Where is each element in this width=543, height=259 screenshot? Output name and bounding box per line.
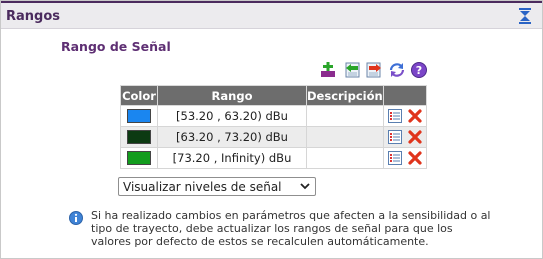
cell-descripcion xyxy=(306,147,384,169)
collapse-icon[interactable] xyxy=(518,8,532,24)
delete-icon[interactable] xyxy=(407,108,423,124)
cell-color xyxy=(120,126,158,148)
cell-rango: [73.20 , Infinity) dBu xyxy=(157,147,307,169)
table-header-row: Color Rango Descripción xyxy=(120,85,427,106)
cell-descripcion xyxy=(306,105,384,127)
info-icon xyxy=(69,211,83,225)
delete-icon[interactable] xyxy=(407,129,423,145)
panel-header: Rangos xyxy=(1,1,542,29)
col-header-descripcion: Descripción xyxy=(306,85,384,106)
refresh-icon[interactable] xyxy=(388,61,406,79)
col-header-rango: Rango xyxy=(157,85,307,106)
delete-icon[interactable] xyxy=(407,150,423,166)
edit-icon[interactable] xyxy=(387,108,403,124)
cell-rango: [63.20 , 73.20) dBu xyxy=(157,126,307,148)
cell-color xyxy=(120,147,158,169)
display-mode-select[interactable]: Visualizar niveles de señal xyxy=(118,177,316,196)
rangos-panel: Rangos Rango de Señal ? Color Rango Desc… xyxy=(0,0,543,259)
help-icon[interactable]: ? xyxy=(410,61,428,79)
color-swatch[interactable] xyxy=(127,130,151,145)
svg-text:?: ? xyxy=(416,64,422,77)
table-row: [63.20 , 73.20) dBu xyxy=(120,126,427,148)
panel-title: Rangos xyxy=(6,9,61,24)
cell-color xyxy=(120,105,158,127)
color-swatch[interactable] xyxy=(127,151,151,166)
color-swatch[interactable] xyxy=(127,109,151,124)
ranges-table: Color Rango Descripción [53.20 , 63.20) … xyxy=(120,85,427,169)
section-title: Rango de Señal xyxy=(61,39,171,54)
cell-actions xyxy=(382,126,427,148)
chevron-down-icon xyxy=(300,183,310,190)
cell-rango: [53.20 , 63.20) dBu xyxy=(157,105,307,127)
select-value: Visualizar niveles de señal xyxy=(123,180,282,194)
table-row: [53.20 , 63.20) dBu xyxy=(120,105,427,127)
edit-icon[interactable] xyxy=(387,129,403,145)
import-icon[interactable] xyxy=(343,61,361,79)
cell-actions xyxy=(382,147,427,169)
info-message: Si ha realizado cambios en parámetros qu… xyxy=(91,209,491,249)
col-header-actions xyxy=(382,85,427,106)
table-row: [73.20 , Infinity) dBu xyxy=(120,147,427,169)
cell-actions xyxy=(382,105,427,127)
export-icon[interactable] xyxy=(365,61,383,79)
col-header-color: Color xyxy=(120,85,158,106)
cell-descripcion xyxy=(306,126,384,148)
edit-icon[interactable] xyxy=(387,150,403,166)
add-icon[interactable] xyxy=(319,61,337,79)
